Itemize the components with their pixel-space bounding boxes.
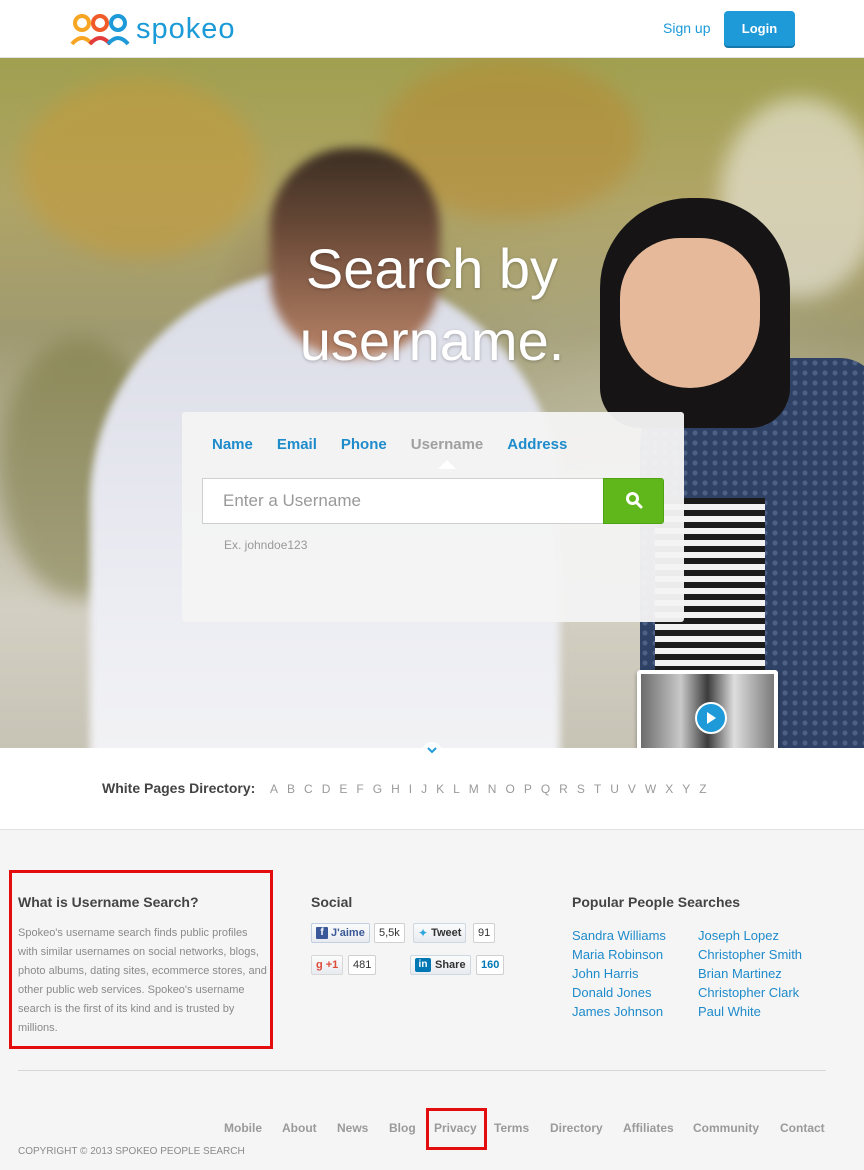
linkedin-share-count: 160 — [476, 955, 505, 975]
facebook-like-button[interactable]: f J'aime — [311, 923, 370, 943]
directory-letter[interactable]: H — [391, 782, 400, 796]
directory-letter[interactable]: F — [356, 782, 363, 796]
google-plus-button[interactable]: g +1 — [311, 955, 344, 975]
directory-letter[interactable]: A — [270, 782, 278, 796]
popular-search-link[interactable]: Christopher Smith — [698, 945, 802, 964]
hero-background-foliage — [20, 78, 260, 258]
linkedin-icon: in — [415, 958, 431, 972]
directory-letter[interactable]: J — [421, 782, 427, 796]
directory-letter[interactable]: B — [287, 782, 295, 796]
directory-letter[interactable]: O — [505, 782, 514, 796]
popular-search-link[interactable]: Christopher Clark — [698, 983, 802, 1002]
directory-letter[interactable]: K — [436, 782, 444, 796]
footer-link-blog[interactable]: Blog — [389, 1121, 416, 1135]
about-title: What is Username Search? — [18, 894, 199, 910]
twitter-bird-icon: ✦ — [418, 926, 429, 940]
directory-letter[interactable]: T — [594, 782, 601, 796]
search-button[interactable] — [603, 478, 664, 524]
directory-letter[interactable]: L — [453, 782, 460, 796]
facebook-icon: f — [316, 927, 328, 939]
footer-divider — [18, 1070, 826, 1071]
google-plus-count: 481 — [348, 955, 377, 975]
directory-letter[interactable]: S — [577, 782, 585, 796]
popular-searches-title: Popular People Searches — [572, 894, 741, 910]
search-card: Name Email Phone Username Address Ex. jo… — [182, 412, 684, 622]
facebook-like-count: 5,5k — [374, 923, 405, 943]
popular-search-link[interactable]: John Harris — [572, 964, 666, 983]
tweet-label: Tweet — [431, 927, 462, 939]
footer-link-terms[interactable]: Terms — [494, 1121, 529, 1135]
popular-search-link[interactable]: Brian Martinez — [698, 964, 802, 983]
directory-letter[interactable]: Z — [699, 782, 706, 796]
footer-link-news[interactable]: News — [337, 1121, 368, 1135]
search-tabs: Name Email Phone Username Address — [212, 436, 591, 469]
white-pages-directory: White Pages Directory: A B C D E F G H I… — [0, 742, 864, 830]
brand-name: spokeo — [136, 12, 236, 45]
tab-username[interactable]: Username — [411, 436, 483, 469]
linkedin-share-button[interactable]: in Share — [410, 955, 471, 975]
tweet-button[interactable]: ✦ Tweet — [413, 923, 467, 943]
signup-link[interactable]: Sign up — [663, 20, 710, 36]
directory-letter[interactable]: E — [339, 782, 347, 796]
google-plus-icon: g — [316, 959, 323, 971]
directory-letter[interactable]: D — [322, 782, 331, 796]
directory-letter[interactable]: M — [469, 782, 479, 796]
search-hint: Ex. johndoe123 — [224, 538, 308, 552]
popular-search-link[interactable]: Donald Jones — [572, 983, 666, 1002]
popular-search-link[interactable]: Joseph Lopez — [698, 926, 802, 945]
scroll-down-tab[interactable] — [422, 742, 442, 756]
linkedin-share-label: Share — [435, 959, 466, 971]
hero-headline: Search by — [305, 237, 559, 300]
tab-name[interactable]: Name — [212, 436, 253, 453]
directory-letter[interactable]: X — [665, 782, 673, 796]
directory-letter[interactable]: C — [304, 782, 313, 796]
facebook-like-label: J'aime — [331, 927, 365, 939]
popular-search-link[interactable]: James Johnson — [572, 1002, 666, 1021]
popular-searches-list-1: Sandra Williams Maria Robinson John Harr… — [572, 926, 666, 1021]
directory-letter[interactable]: N — [488, 782, 497, 796]
popular-search-link[interactable]: Maria Robinson — [572, 945, 666, 964]
directory-letter[interactable]: I — [409, 782, 412, 796]
footer-link-affiliates[interactable]: Affiliates — [623, 1121, 674, 1135]
directory-letter[interactable]: V — [628, 782, 636, 796]
search-icon — [625, 491, 643, 512]
popular-search-link[interactable]: Paul White — [698, 1002, 802, 1021]
directory-letter[interactable]: W — [645, 782, 656, 796]
spokeo-logo[interactable]: spokeo — [70, 12, 236, 46]
footer-link-directory[interactable]: Directory — [550, 1121, 603, 1135]
footer-link-contact[interactable]: Contact — [780, 1121, 825, 1135]
directory-letter[interactable]: R — [559, 782, 568, 796]
tab-address[interactable]: Address — [507, 436, 567, 453]
video-preview-image — [641, 674, 774, 748]
tweet-count: 91 — [473, 923, 496, 943]
copyright-text: COPYRIGHT © 2013 SPOKEO PEOPLE SEARCH — [18, 1146, 245, 1157]
footer-link-about[interactable]: About — [282, 1121, 317, 1135]
play-icon[interactable] — [695, 702, 727, 734]
site-header: spokeo Sign up Login — [0, 0, 864, 58]
about-text: Spokeo's username search finds public pr… — [18, 927, 267, 1034]
annotation-highlight-privacy — [426, 1108, 487, 1150]
social-title: Social — [311, 894, 353, 910]
google-plus-label: +1 — [325, 959, 339, 971]
chevron-down-icon — [426, 742, 438, 756]
directory-label: White Pages Directory: — [102, 780, 256, 796]
directory-letter[interactable]: P — [524, 782, 532, 796]
popular-search-link[interactable]: Sandra Williams — [572, 926, 666, 945]
hero-headline-line2: username. — [299, 309, 565, 372]
tab-email[interactable]: Email — [277, 436, 317, 453]
directory-letter[interactable]: Q — [541, 782, 550, 796]
hero-section: Search by username. Name Email Phone Use… — [0, 58, 864, 748]
directory-letter[interactable]: G — [373, 782, 382, 796]
video-thumbnail[interactable] — [637, 670, 778, 748]
username-search-input[interactable] — [202, 478, 604, 524]
popular-searches-list-2: Joseph Lopez Christopher Smith Brian Mar… — [698, 926, 802, 1021]
spokeo-logo-icon — [70, 12, 132, 46]
directory-letter[interactable]: U — [610, 782, 619, 796]
directory-letters: A B C D E F G H I J K L M N O P Q R S T … — [270, 782, 716, 796]
footer-link-mobile[interactable]: Mobile — [224, 1121, 262, 1135]
login-button[interactable]: Login — [724, 11, 795, 46]
footer-link-community[interactable]: Community — [693, 1121, 759, 1135]
tab-phone[interactable]: Phone — [341, 436, 387, 453]
directory-letter[interactable]: Y — [682, 782, 690, 796]
